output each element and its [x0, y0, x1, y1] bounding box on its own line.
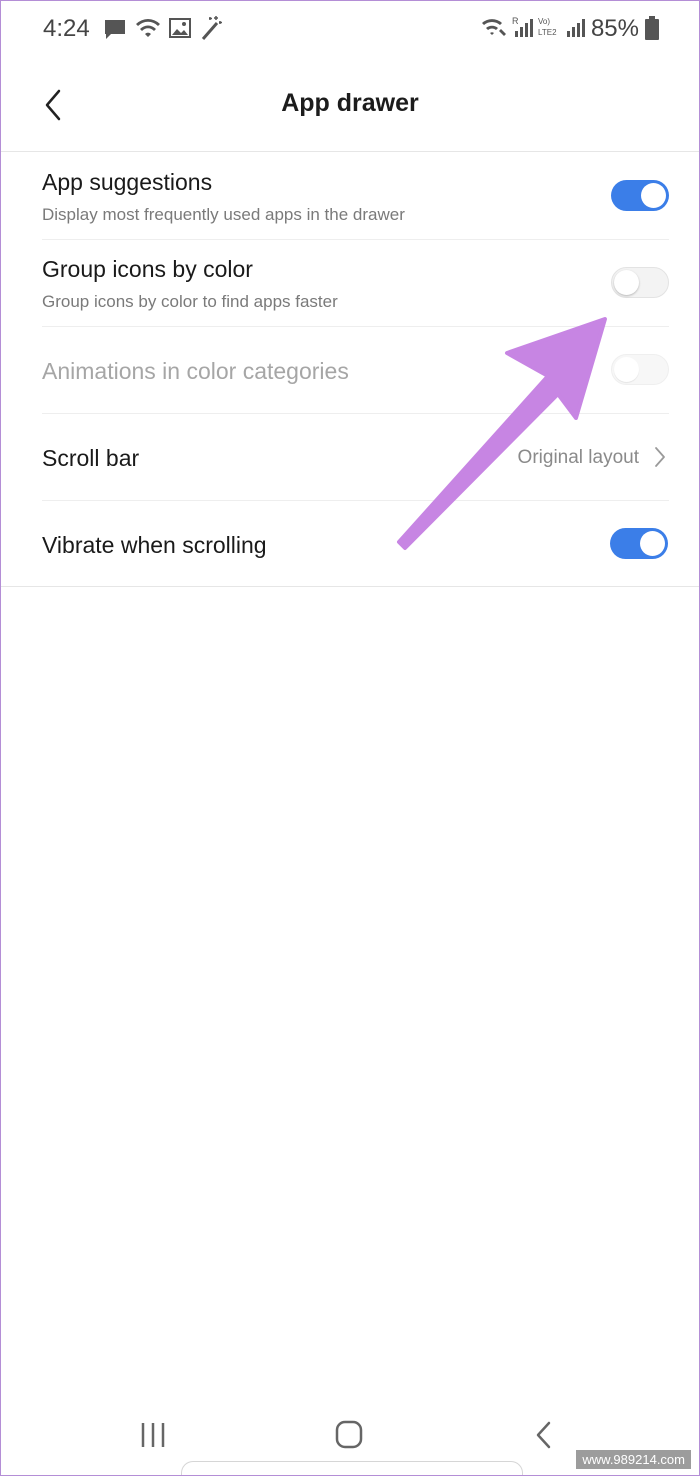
recents-icon[interactable]	[133, 1417, 173, 1453]
setting-subtitle: Display most frequently used apps in the…	[42, 205, 405, 224]
status-bar: 4:24 R Vo) LTE2 85%	[1, 1, 699, 59]
svg-text:Vo): Vo)	[538, 17, 550, 26]
volte-icon: Vo) LTE2	[538, 17, 585, 37]
animations-toggle	[611, 354, 669, 385]
gesture-handle	[181, 1461, 523, 1475]
status-time: 4:24	[43, 15, 90, 42]
vibrate-when-scrolling-toggle[interactable]	[610, 528, 668, 559]
watermark: www.989214.com	[576, 1450, 691, 1469]
setting-scroll-bar[interactable]: Scroll bar Original layout	[42, 414, 669, 501]
toggle-knob	[614, 270, 639, 295]
scroll-bar-value: Original layout	[517, 447, 639, 468]
group-icons-by-color-toggle[interactable]	[611, 267, 669, 298]
toggle-knob	[614, 357, 639, 382]
chevron-right-icon	[655, 447, 665, 467]
wifi-icon	[136, 19, 160, 37]
settings-list: App suggestions Display most frequently …	[1, 153, 699, 587]
setting-group-icons-by-color[interactable]: Group icons by color Group icons by colo…	[42, 240, 669, 327]
setting-vibrate-when-scrolling[interactable]: Vibrate when scrolling	[1, 501, 699, 587]
svg-text:LTE2: LTE2	[538, 28, 557, 37]
setting-title: Vibrate when scrolling	[42, 532, 267, 558]
setting-title: Animations in color categories	[42, 358, 349, 384]
app-suggestions-toggle[interactable]	[611, 180, 669, 211]
setting-title: Group icons by color	[42, 256, 253, 282]
message-icon	[105, 20, 125, 39]
toggle-knob	[641, 183, 666, 208]
wifi-calling-icon	[482, 19, 506, 36]
signal-icon: R	[512, 16, 533, 37]
app-bar: App drawer	[1, 59, 699, 152]
page-title: App drawer	[281, 89, 419, 117]
toggle-knob	[640, 531, 665, 556]
setting-title: Scroll bar	[42, 445, 140, 471]
magic-wand-icon	[201, 16, 222, 40]
screen: 4:24 R Vo) LTE2 85% App drawer App sugge…	[0, 0, 700, 1476]
setting-animations-in-color-categories: Animations in color categories	[42, 327, 669, 414]
setting-app-suggestions[interactable]: App suggestions Display most frequently …	[42, 153, 669, 240]
svg-text:R: R	[512, 16, 519, 26]
setting-title: App suggestions	[42, 169, 213, 195]
battery-icon	[645, 16, 659, 40]
setting-subtitle: Group icons by color to find apps faster	[42, 292, 338, 311]
image-icon	[169, 18, 191, 38]
back-icon[interactable]	[525, 1417, 565, 1453]
home-icon[interactable]	[329, 1417, 369, 1453]
battery-percentage: 85%	[590, 15, 639, 42]
